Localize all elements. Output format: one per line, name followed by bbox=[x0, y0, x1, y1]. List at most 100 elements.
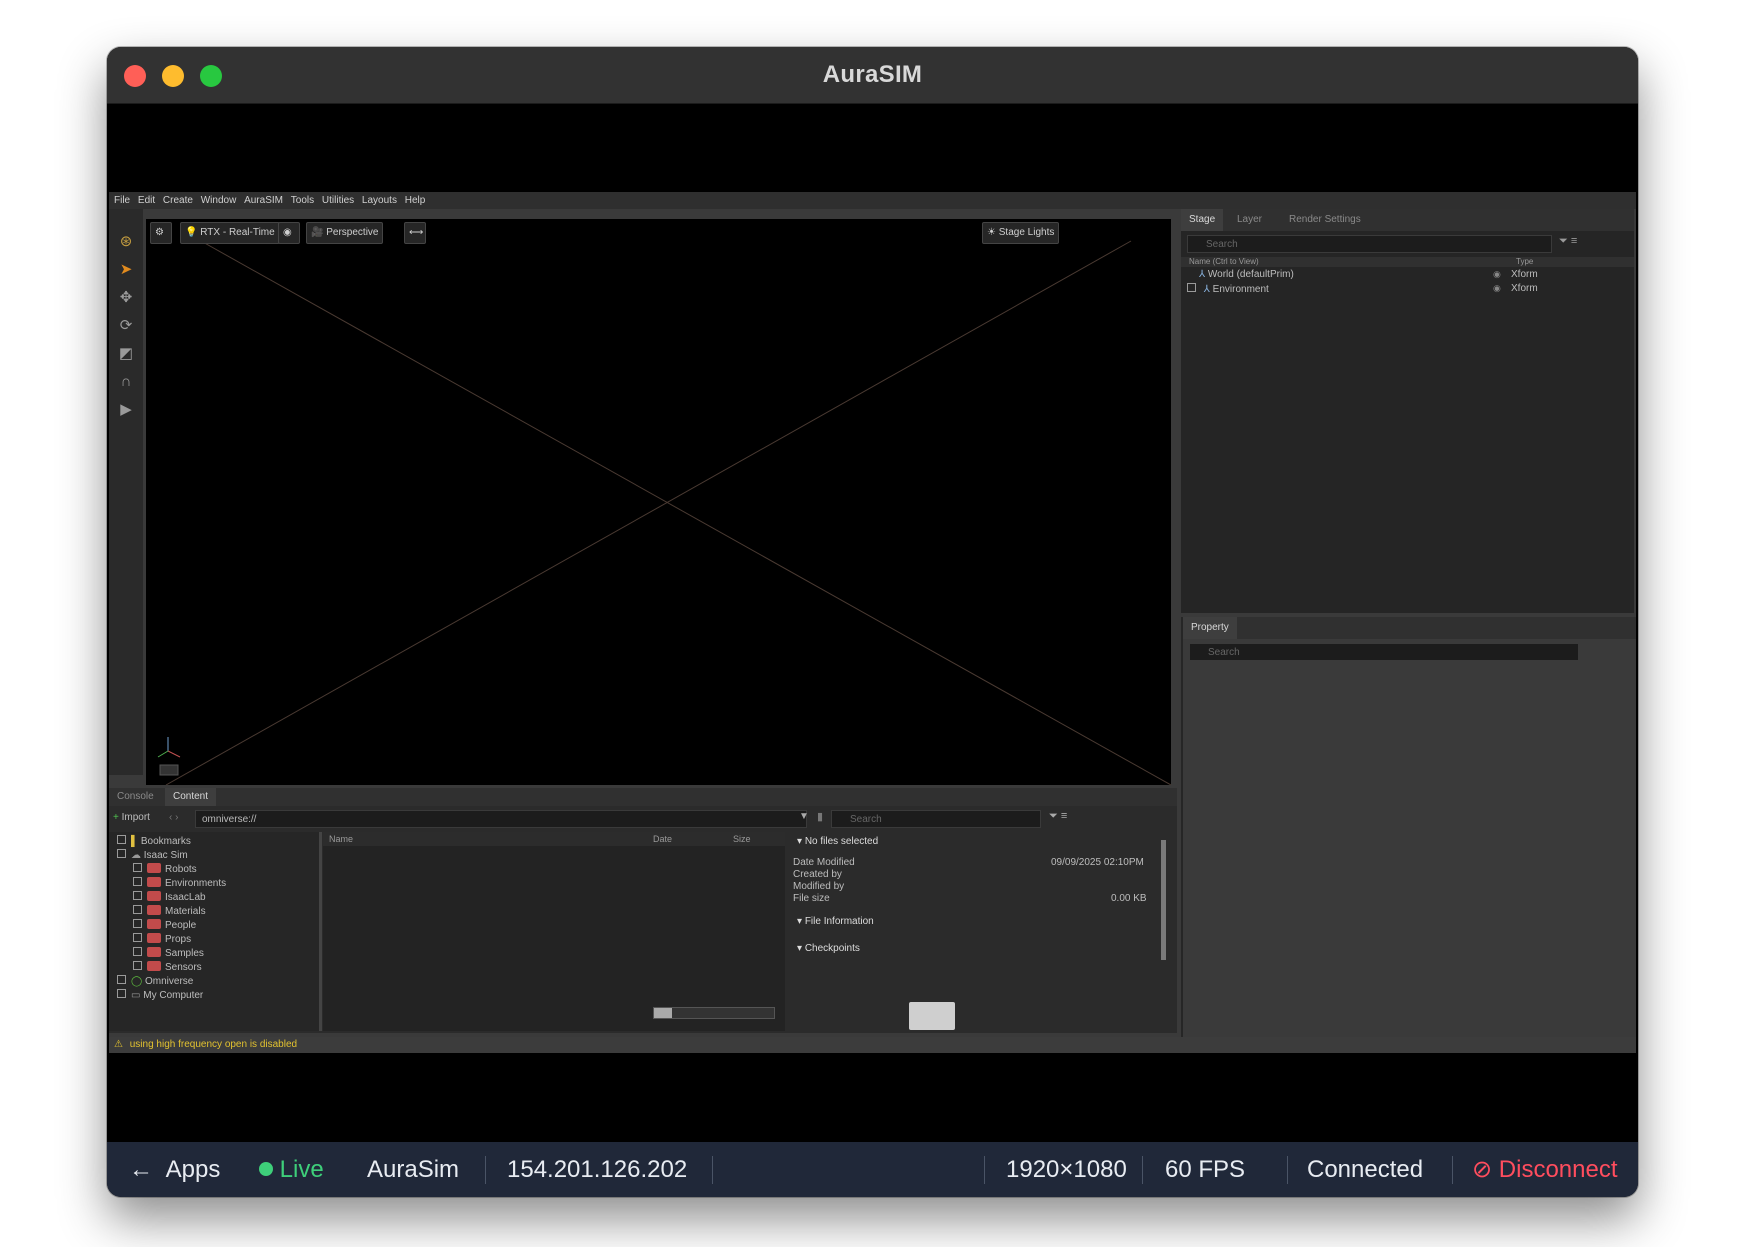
no-files-header[interactable]: ▾ No files selected bbox=[797, 836, 878, 847]
tab-stage[interactable]: Stage bbox=[1181, 209, 1224, 231]
stage-lights-dropdown[interactable]: ☀ Stage Lights bbox=[982, 222, 1060, 244]
menu-utilities[interactable]: Utilities bbox=[322, 195, 354, 206]
tree-item-robots[interactable]: Robots bbox=[133, 863, 197, 875]
stage-lights-label: Stage Lights bbox=[998, 227, 1055, 238]
tab-console[interactable]: Console bbox=[109, 788, 162, 806]
divider bbox=[984, 1156, 985, 1184]
tree-item-props[interactable]: Props bbox=[133, 933, 191, 945]
divider bbox=[485, 1156, 486, 1184]
stage-type-column[interactable]: Type bbox=[1516, 257, 1533, 267]
import-button[interactable]: + Import bbox=[113, 812, 150, 823]
stage-filter-icon[interactable]: ⏷ ≡ bbox=[1559, 235, 1577, 248]
visibility-eye-icon[interactable]: ◉ bbox=[1493, 269, 1501, 280]
path-dropdown-icon[interactable]: ▼ bbox=[799, 811, 809, 822]
divider bbox=[1142, 1156, 1143, 1184]
slider-handle[interactable] bbox=[654, 1008, 672, 1018]
folder-icon bbox=[147, 919, 161, 929]
tab-render-settings[interactable]: Render Settings bbox=[1281, 209, 1369, 231]
xform-icon: ⅄ bbox=[1203, 284, 1210, 295]
property-search-input[interactable]: Search bbox=[1189, 643, 1579, 661]
checkpoints-section[interactable]: ▾ Checkpoints bbox=[797, 943, 860, 954]
window-title: AuraSIM bbox=[822, 61, 923, 88]
select-mode-icon[interactable]: ⊛ bbox=[115, 231, 137, 253]
content-filter-icon[interactable]: ⏷ ≡ bbox=[1049, 810, 1067, 823]
folder-icon bbox=[147, 877, 161, 887]
stage-row-world-type: Xform bbox=[1511, 269, 1538, 280]
menu-bar: File Edit Create Window AuraSIM Tools Ut… bbox=[109, 192, 1636, 209]
scale-tool-icon[interactable]: ◩ bbox=[115, 343, 137, 365]
tab-content[interactable]: Content bbox=[165, 788, 217, 806]
disconnect-icon: ⊘ bbox=[1472, 1156, 1493, 1183]
live-dot-icon bbox=[259, 1162, 273, 1176]
tree-item-materials[interactable]: Materials bbox=[133, 905, 206, 917]
menu-window[interactable]: Window bbox=[201, 195, 237, 206]
viewport[interactable]: ⚙ 💡 RTX - Real-Time ◉ 🎥 Perspective ⟷ ☀ … bbox=[146, 219, 1171, 785]
file-information-section[interactable]: ▾ File Information bbox=[797, 916, 874, 927]
move-tool-icon[interactable]: ✥ bbox=[115, 287, 137, 309]
name-column[interactable]: Name bbox=[329, 834, 353, 844]
tree-item-bookmarks[interactable]: ▌ Bookmarks bbox=[117, 835, 191, 847]
tree-item-my-computer[interactable]: ▭ My Computer bbox=[117, 989, 203, 1001]
axis-gizmo-icon bbox=[157, 737, 181, 776]
size-column[interactable]: Size bbox=[733, 832, 751, 846]
tree-item-isaac-sim[interactable]: ☁ Isaac Sim bbox=[117, 849, 188, 861]
menu-edit[interactable]: Edit bbox=[138, 195, 155, 206]
select-arrow-icon[interactable]: ➤ bbox=[115, 259, 137, 281]
stream-status-bar: ← Apps Live AuraSim 154.201.126.202 1920… bbox=[107, 1142, 1638, 1197]
visibility-eye-icon[interactable]: ◉ bbox=[278, 222, 300, 244]
stage-row-world[interactable]: ⅄ World (defaultPrim) bbox=[1199, 269, 1294, 280]
content-browser: Console Content + Import ‹ › omniverse:/… bbox=[109, 788, 1177, 1033]
created-by-label: Created by bbox=[793, 869, 842, 880]
date-modified-label: Date Modified bbox=[793, 857, 855, 868]
menu-layouts[interactable]: Layouts bbox=[362, 195, 397, 206]
stage-name-column[interactable]: Name (Ctrl to View) bbox=[1189, 257, 1259, 266]
stage-row-environment[interactable]: ⅄ Environment bbox=[1187, 283, 1269, 295]
tree-item-sensors[interactable]: Sensors bbox=[133, 961, 202, 973]
warning-bar: ⚠ using high frequency open is disabled bbox=[109, 1037, 1636, 1053]
disconnect-button[interactable]: ⊘ Disconnect bbox=[1472, 1142, 1618, 1197]
folder-icon bbox=[147, 947, 161, 957]
stage-search-input[interactable]: Search bbox=[1187, 235, 1552, 253]
divider bbox=[712, 1156, 713, 1184]
tree-item-omniverse[interactable]: ◯ Omniverse bbox=[117, 975, 193, 987]
menu-tools[interactable]: Tools bbox=[291, 195, 314, 206]
tree-item-environments[interactable]: Environments bbox=[133, 877, 226, 889]
menu-create[interactable]: Create bbox=[163, 195, 193, 206]
tab-property[interactable]: Property bbox=[1183, 617, 1237, 639]
folder-icon bbox=[147, 891, 161, 901]
file-list[interactable]: Name Date Size bbox=[323, 832, 785, 1031]
modified-by-label: Modified by bbox=[793, 881, 845, 892]
path-input[interactable]: omniverse:// bbox=[195, 810, 807, 828]
tab-layer[interactable]: Layer bbox=[1229, 209, 1270, 231]
menu-file[interactable]: File bbox=[114, 195, 130, 206]
resolution: 1920×1080 bbox=[1006, 1156, 1127, 1183]
rotate-tool-icon[interactable]: ⟳ bbox=[115, 315, 137, 337]
camera-dropdown[interactable]: 🎥 Perspective bbox=[306, 222, 384, 244]
fullscreen-icon[interactable]: ⟷ bbox=[404, 222, 426, 244]
date-modified-value: 09/09/2025 02:10PM bbox=[1051, 857, 1144, 868]
snap-magnet-icon[interactable]: ∩ bbox=[115, 371, 137, 393]
apps-back-button[interactable]: ← Apps bbox=[129, 1142, 220, 1197]
bookmark-icon[interactable]: ▮ bbox=[817, 810, 823, 823]
tree-item-people[interactable]: People bbox=[133, 919, 196, 931]
file-size-value: 0.00 KB bbox=[1111, 893, 1147, 904]
nav-back-forward-icon[interactable]: ‹ › bbox=[169, 812, 178, 823]
menu-aurasim[interactable]: AuraSIM bbox=[244, 195, 283, 206]
play-icon[interactable]: ▶ bbox=[115, 399, 137, 421]
date-column[interactable]: Date bbox=[653, 832, 672, 846]
visibility-eye-icon[interactable]: ◉ bbox=[1493, 283, 1501, 294]
renderer-dropdown[interactable]: 💡 RTX - Real-Time bbox=[180, 222, 280, 244]
tree-item-samples[interactable]: Samples bbox=[133, 947, 204, 959]
expand-icon[interactable] bbox=[1187, 283, 1196, 292]
tree-item-isaaclab[interactable]: IsaacLab bbox=[133, 891, 206, 903]
thumbnail-size-slider[interactable] bbox=[653, 1007, 775, 1019]
menu-help[interactable]: Help bbox=[405, 195, 426, 206]
app-window: AuraSIM File Edit Create Window AuraSIM … bbox=[107, 47, 1638, 1197]
folder-icon bbox=[147, 961, 161, 971]
content-search-input[interactable]: Search bbox=[831, 810, 1041, 828]
file-details-panel: ▾ No files selected Date Modified 09/09/… bbox=[789, 832, 1173, 1031]
viewport-settings-icon[interactable]: ⚙ bbox=[150, 222, 172, 244]
details-scrollbar[interactable] bbox=[1161, 840, 1166, 960]
stage-tabs: Stage Layer Render Settings bbox=[1181, 209, 1634, 231]
stage-column-header: Name (Ctrl to View) Type bbox=[1181, 257, 1634, 267]
